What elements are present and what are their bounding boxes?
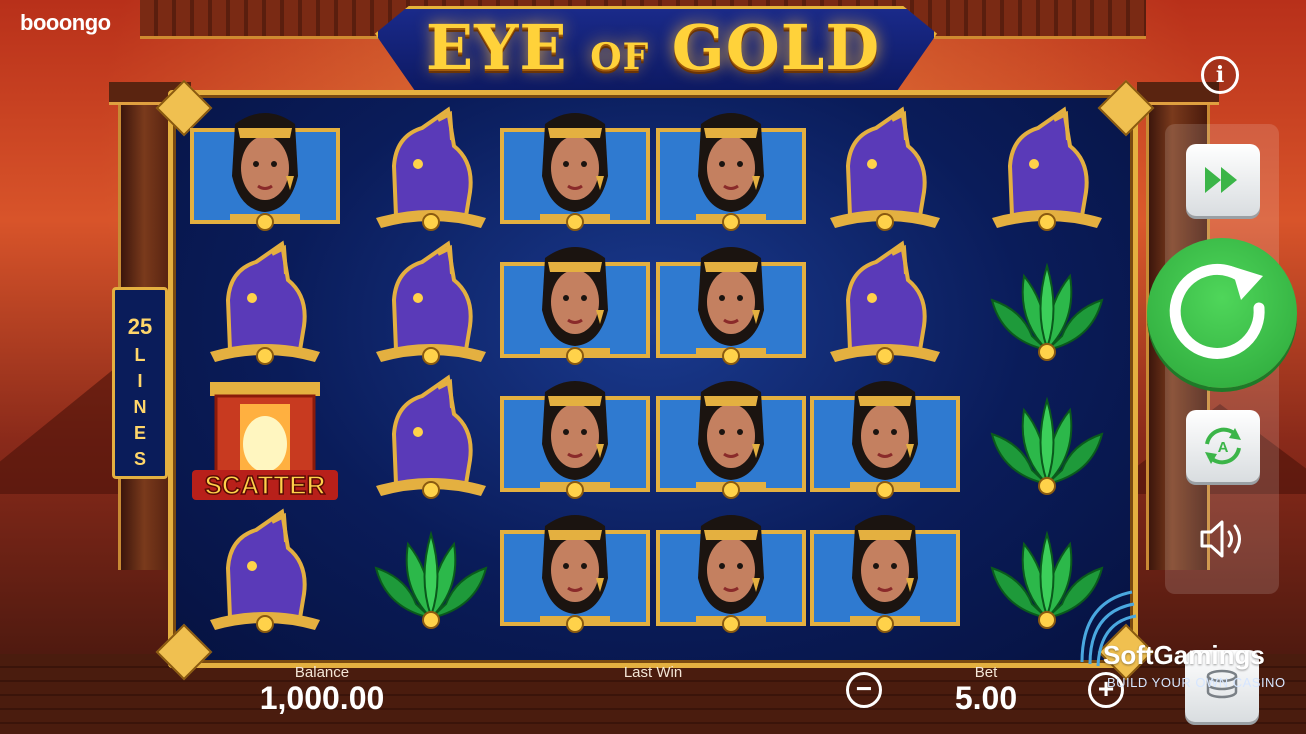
bet-decrease-button[interactable]: − [846,672,882,708]
cat-symbol [972,106,1122,236]
queen-icon [656,515,806,633]
lotus-icon [990,396,1104,495]
cat-symbol [356,106,506,236]
queen-icon [656,247,806,365]
fast-forward-icon [1205,167,1237,193]
paylines-word: L I N E S [133,345,147,469]
turbo-button[interactable] [1186,144,1260,216]
cat-icon [992,106,1102,231]
scatter-symbol: SCATTER [190,374,340,504]
svg-text:A: A [1218,439,1229,456]
info-button[interactable]: i [1201,56,1239,94]
provider-logo: booongo [20,10,111,35]
queen-icon [500,381,650,499]
cat-icon [376,106,486,231]
lotus-icon [374,530,488,629]
queen-symbol [810,508,960,638]
last-win-label: Last Win [623,664,683,681]
queen-symbol [656,374,806,504]
autoplay-button[interactable]: A [1186,410,1260,482]
cat-symbol [190,508,340,638]
queen-symbol [656,240,806,370]
speaker-icon [1200,520,1241,558]
cat-icon [210,240,320,365]
queen-symbol [810,374,960,504]
cat-symbol [810,240,960,370]
queen-symbol [190,106,340,236]
queen-icon [810,381,960,499]
queen-symbol [500,374,650,504]
spin-button[interactable] [1147,238,1297,388]
queen-icon [500,247,650,365]
lotus-icon [990,262,1104,361]
cat-symbol [356,374,506,504]
watermark-name: SoftGamings [1103,640,1265,670]
cat-symbol [810,106,960,236]
balance-value: 1,000.00 [259,680,385,716]
queen-icon [810,515,960,633]
queen-symbol [500,106,650,236]
lotus-symbol [972,374,1122,504]
queen-icon [656,381,806,499]
queen-symbol [500,240,650,370]
queen-icon [500,515,650,633]
balance-label: Balance [294,664,350,681]
title-word-eye: EYE [425,11,568,84]
title-word-gold: GOLD [671,11,881,84]
bet-value: 5.00 [954,680,1018,716]
title-word-of: OF [590,36,650,78]
queen-symbol [656,508,806,638]
queen-icon [500,113,650,231]
cat-icon [376,374,486,499]
queen-symbol [656,106,806,236]
sound-button[interactable] [1195,512,1249,566]
cat-symbol [356,240,506,370]
cat-icon [830,240,940,365]
watermark-tagline: BUILD YOUR OWN CASINO [1107,675,1286,690]
scatter-label: SCATTER [205,470,326,500]
queen-icon [190,113,340,231]
paylines-badge: 25 L I N E S [112,287,168,479]
queen-icon [656,113,806,231]
game-title: EYE OF GOLD [375,8,931,97]
lotus-symbol [356,508,506,638]
paylines-count: 25 [127,314,153,339]
queen-symbol [500,508,650,638]
spin-arrow-icon [1169,263,1265,359]
lotus-symbol [972,240,1122,370]
bet-label: Bet [974,664,998,681]
scatter-icon: SCATTER [192,382,338,501]
cat-icon [830,106,940,231]
autoplay-icon: A [1205,427,1241,465]
cat-icon [210,508,320,633]
cat-symbol [190,240,340,370]
cat-icon [376,240,486,365]
